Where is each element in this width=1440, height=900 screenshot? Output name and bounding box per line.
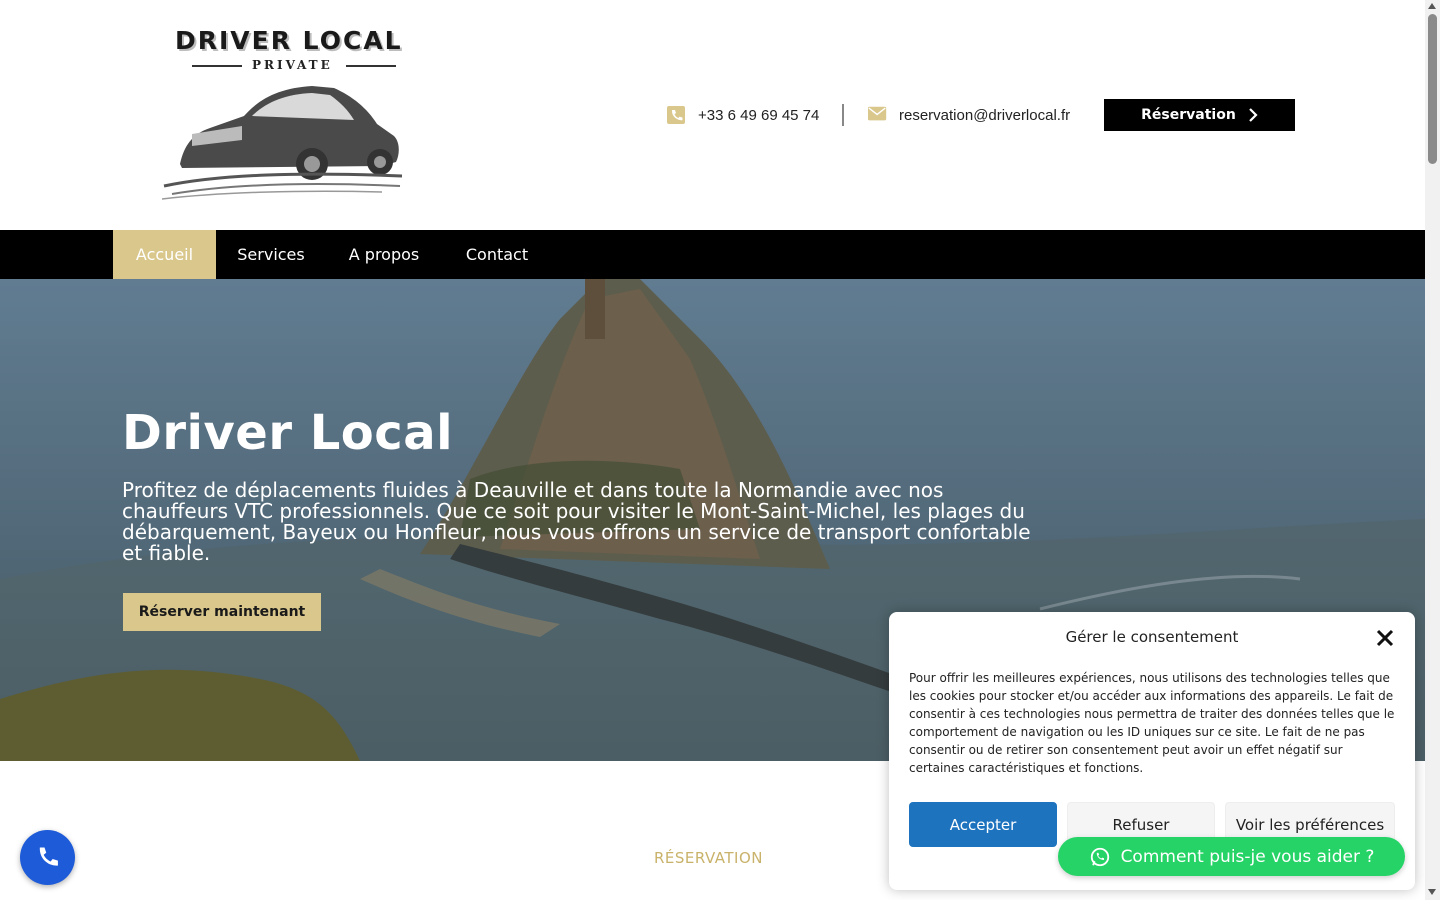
email-address: reservation@driverlocal.fr bbox=[899, 106, 1071, 124]
car-illustration-icon bbox=[162, 86, 403, 200]
logo-title: DRIVER LOCAL bbox=[175, 26, 403, 55]
hero-description: Profitez de déplacements fluides à Deauv… bbox=[122, 478, 1031, 565]
header-phone[interactable]: +33 6 49 69 45 74 bbox=[667, 99, 819, 131]
consent-title: Gérer le consentement bbox=[1065, 628, 1239, 646]
logo-divider-right bbox=[346, 65, 396, 67]
whatsapp-icon bbox=[1090, 847, 1109, 866]
site-logo[interactable]: DRIVER LOCAL PRIVATE bbox=[162, 26, 422, 201]
close-icon bbox=[1376, 629, 1394, 646]
nav-item-a-propos[interactable]: A propos bbox=[326, 230, 442, 279]
mail-icon bbox=[868, 106, 888, 124]
phone-number: +33 6 49 69 45 74 bbox=[698, 106, 820, 124]
nav-item-services[interactable]: Services bbox=[216, 230, 326, 279]
main-nav: Accueil Services A propos Contact bbox=[0, 230, 1425, 279]
whatsapp-chat-button[interactable]: Comment puis-je vous aider ? bbox=[1058, 837, 1405, 876]
scroll-up-arrow-icon[interactable] bbox=[1428, 3, 1436, 9]
section-label-reservation: RÉSERVATION bbox=[654, 849, 764, 867]
nav-item-contact[interactable]: Contact bbox=[442, 230, 552, 279]
scrollbar-thumb[interactable] bbox=[1428, 14, 1437, 164]
hero-title: Driver Local bbox=[122, 405, 454, 461]
phone-icon bbox=[667, 106, 687, 124]
logo-divider-left bbox=[192, 65, 242, 67]
header-email[interactable]: reservation@driverlocal.fr bbox=[868, 99, 1070, 131]
logo-subtitle: PRIVATE bbox=[252, 58, 333, 72]
consent-close-button[interactable] bbox=[1374, 628, 1396, 650]
site-header: DRIVER LOCAL PRIVATE +33 6 49 69 45 74 r… bbox=[0, 0, 1425, 230]
scroll-down-arrow-icon[interactable] bbox=[1428, 889, 1436, 895]
reservation-button-label: Réservation bbox=[1141, 107, 1236, 123]
call-button[interactable] bbox=[20, 830, 75, 885]
consent-body-text: Pour offrir les meilleures expériences, … bbox=[909, 671, 1395, 775]
contact-divider bbox=[842, 104, 844, 126]
book-now-button[interactable]: Réserver maintenant bbox=[123, 593, 321, 631]
reservation-button[interactable]: Réservation bbox=[1104, 99, 1295, 131]
call-icon bbox=[39, 847, 58, 866]
whatsapp-button-label: Comment puis-je vous aider ? bbox=[1120, 846, 1375, 867]
consent-accept-button[interactable]: Accepter bbox=[909, 802, 1057, 847]
chevron-right-icon bbox=[1248, 108, 1258, 122]
page: DRIVER LOCAL PRIVATE +33 6 49 69 45 74 r… bbox=[0, 0, 1440, 900]
nav-item-accueil[interactable]: Accueil bbox=[113, 230, 216, 279]
